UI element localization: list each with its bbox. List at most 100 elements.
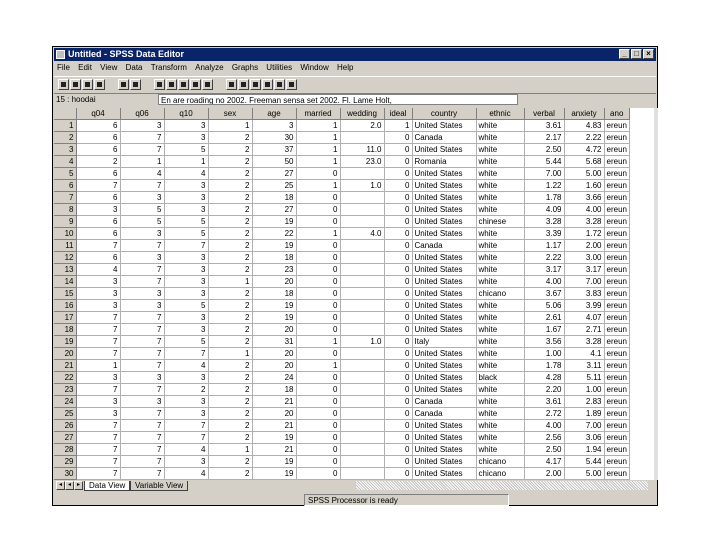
data-cell[interactable]: 2	[76, 155, 121, 168]
data-cell[interactable]: 3	[164, 395, 209, 408]
data-cell[interactable]: 20	[252, 347, 297, 360]
spss-app-icon[interactable]	[56, 50, 65, 59]
column-header[interactable]: country	[412, 108, 477, 120]
data-cell[interactable]: 0	[296, 167, 341, 180]
data-cell[interactable]: United States	[412, 431, 477, 444]
data-cell[interactable]: 3	[76, 299, 121, 312]
data-cell[interactable]: 6	[76, 227, 121, 240]
data-cell[interactable]: 2	[208, 335, 253, 348]
data-cell[interactable]: 1	[296, 131, 341, 144]
data-cell[interactable]: 1	[208, 443, 253, 456]
data-cell[interactable]: 2	[208, 155, 253, 168]
data-cell[interactable]	[340, 431, 385, 444]
row-number[interactable]: 23	[54, 383, 77, 396]
data-cell[interactable]: 0	[384, 167, 413, 180]
data-cell[interactable]	[340, 263, 385, 276]
data-cell[interactable]: 3.28	[564, 215, 605, 228]
data-cell[interactable]: 1.00	[524, 347, 565, 360]
data-cell[interactable]: 7	[76, 431, 121, 444]
row-number[interactable]: 21	[54, 359, 77, 372]
data-cell[interactable]: white	[476, 299, 525, 312]
data-cell[interactable]: 5	[164, 299, 209, 312]
data-cell[interactable]: 19	[252, 479, 297, 480]
data-cell[interactable]: white	[476, 311, 525, 324]
data-cell[interactable]	[340, 167, 385, 180]
column-header[interactable]: ano	[604, 108, 630, 120]
data-cell[interactable]: 3	[164, 131, 209, 144]
data-cell[interactable]: 0	[384, 251, 413, 264]
data-cell[interactable]: 3	[76, 407, 121, 420]
data-cell[interactable]: 3	[164, 311, 209, 324]
data-cell[interactable]: 2	[208, 143, 253, 156]
data-cell[interactable]: 5.00	[564, 467, 605, 480]
data-cell[interactable]: 1.60	[564, 179, 605, 192]
data-cell[interactable]: 1	[208, 479, 253, 480]
data-cell[interactable]: 0	[296, 239, 341, 252]
data-cell[interactable]: 20	[252, 407, 297, 420]
data-cell[interactable]: 7	[120, 467, 165, 480]
data-cell[interactable]: 2	[208, 431, 253, 444]
data-cell[interactable]: white	[476, 239, 525, 252]
data-cell[interactable]: United States	[412, 443, 477, 456]
column-header[interactable]: q04	[76, 108, 121, 120]
cell-value-input[interactable]: En are roading no 2002. Freeman sensa se…	[158, 94, 518, 105]
data-cell[interactable]: United States	[412, 479, 477, 480]
data-cell[interactable]: 20	[252, 275, 297, 288]
row-number[interactable]: 25	[54, 407, 77, 420]
data-cell[interactable]: 5	[164, 335, 209, 348]
data-cell[interactable]: 0	[296, 203, 341, 216]
data-cell[interactable]: 24	[252, 371, 297, 384]
data-cell[interactable]	[340, 239, 385, 252]
data-cell[interactable]: 3	[252, 119, 297, 132]
data-cell[interactable]: 19	[252, 299, 297, 312]
menu-edit[interactable]: Edit	[75, 62, 95, 74]
row-number[interactable]: 24	[54, 395, 77, 408]
data-cell[interactable]: ereun	[604, 167, 630, 180]
row-number[interactable]: 12	[54, 251, 77, 264]
column-header[interactable]: married	[296, 108, 341, 120]
row-number[interactable]: 27	[54, 431, 77, 444]
data-cell[interactable]: ereun	[604, 191, 630, 204]
data-cell[interactable]: 2	[208, 419, 253, 432]
data-cell[interactable]	[340, 251, 385, 264]
data-cell[interactable]: 7	[76, 347, 121, 360]
data-cell[interactable]: chicano	[476, 455, 525, 468]
minimize-button[interactable]: _	[619, 49, 630, 59]
data-cell[interactable]: 7	[120, 323, 165, 336]
corner-cell[interactable]	[54, 108, 77, 120]
data-cell[interactable]: 0	[384, 215, 413, 228]
data-cell[interactable]: white	[476, 203, 525, 216]
data-cell[interactable]: 1	[296, 143, 341, 156]
data-cell[interactable]: 3	[76, 371, 121, 384]
data-cell[interactable]: 7	[76, 311, 121, 324]
data-cell[interactable]: ereun	[604, 335, 630, 348]
data-cell[interactable]: 7	[120, 347, 165, 360]
data-cell[interactable]: 2	[208, 227, 253, 240]
print-icon[interactable]	[82, 79, 93, 90]
data-cell[interactable]: 2	[208, 263, 253, 276]
data-cell[interactable]: 2.83	[564, 395, 605, 408]
data-cell[interactable]: chicano	[476, 467, 525, 480]
row-number[interactable]: 29	[54, 455, 77, 468]
data-cell[interactable]: 0	[384, 323, 413, 336]
data-cell[interactable]: 3.28	[524, 215, 565, 228]
data-cell[interactable]: 7	[120, 335, 165, 348]
data-cell[interactable]: 7.00	[524, 167, 565, 180]
save-icon[interactable]	[70, 79, 81, 90]
data-cell[interactable]: white	[476, 407, 525, 420]
data-cell[interactable]: 6	[76, 167, 121, 180]
data-cell[interactable]: 3	[120, 119, 165, 132]
row-number[interactable]: 8	[54, 203, 77, 216]
data-cell[interactable]: 3	[120, 251, 165, 264]
data-cell[interactable]: 4.0	[340, 227, 385, 240]
data-cell[interactable]: 0	[384, 383, 413, 396]
data-cell[interactable]: United States	[412, 323, 477, 336]
data-cell[interactable]: 2	[208, 215, 253, 228]
data-cell[interactable]: white	[476, 323, 525, 336]
tab-next-icon[interactable]: ▸	[74, 481, 83, 490]
data-cell[interactable]: 4.00	[524, 419, 565, 432]
row-number[interactable]: 9	[54, 215, 77, 228]
data-cell[interactable]: United States	[412, 275, 477, 288]
data-cell[interactable]	[340, 275, 385, 288]
row-number[interactable]: 19	[54, 335, 77, 348]
